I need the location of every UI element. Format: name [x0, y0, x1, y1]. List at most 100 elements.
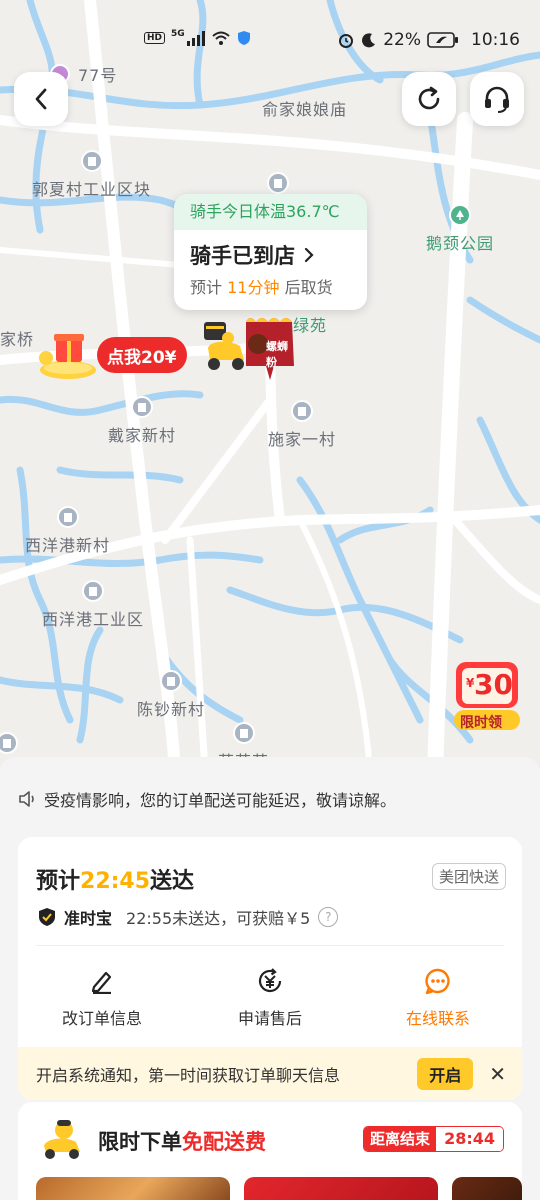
map-label-chenchao: 陈钞新村	[137, 670, 205, 720]
map-label-equ-park: 鹅颈公园	[426, 204, 494, 254]
moon-icon	[362, 33, 376, 48]
help-icon[interactable]: ?	[318, 907, 339, 927]
building-icon	[232, 722, 255, 744]
close-icon[interactable]: ✕	[489, 1062, 506, 1086]
promo-title: 限时下单免配送费	[98, 1126, 266, 1156]
status-bar-right: 22% 10:16	[337, 30, 520, 50]
ontime-guarantee[interactable]: 准时宝 22:55未送达，可获赔￥5 ?	[38, 905, 339, 929]
floating-coupon[interactable]: ¥ 30 限时领	[452, 660, 522, 732]
shop-marker[interactable]: 螺蛳粉	[242, 312, 298, 382]
order-actions: 改订单信息 申请售后 在线联系	[18, 957, 522, 1029]
headset-icon	[485, 86, 509, 113]
promo-thumbnails	[36, 1177, 522, 1200]
delivery-map[interactable]: 77号 俞家娘娘庙 郭夏村工业区块 鹅颈公园 绿苑 家桥 戴家新村 施家一村 西…	[0, 0, 540, 770]
order-sheet: 受疫情影响，您的订单配送可能延迟，敬请谅解。 预计22:45送达 美团快送 准时…	[0, 757, 540, 1200]
food-thumbnail[interactable]	[36, 1177, 230, 1200]
signal-icon	[186, 30, 205, 46]
map-label-jiaqiao: 家桥	[0, 330, 35, 349]
rider-eta-prefix: 预计	[190, 278, 223, 297]
rider-status-bubble[interactable]: 骑手今日体温36.7℃ 骑手已到店 预计 11分钟 后取货	[174, 194, 367, 310]
delivery-eta: 预计22:45送达	[36, 863, 194, 895]
edit-order-label: 改订单信息	[61, 1009, 142, 1028]
alarm-icon	[339, 34, 354, 48]
order-card: 预计22:45送达 美团快送 准时宝 22:55未送达，可获赔￥5 ? 改订单信…	[18, 837, 522, 1100]
ontime-label: 准时宝	[64, 909, 113, 928]
map-label-daijia: 戴家新村	[108, 396, 176, 446]
bubble-tail	[280, 300, 298, 310]
rider-mascot-icon	[44, 1120, 80, 1159]
map-label-shijia: 施家一村	[268, 400, 336, 450]
back-button[interactable]	[14, 72, 68, 126]
battery-percent: 22%	[383, 30, 421, 50]
ontime-text: 22:55未送达，可获赔￥5	[126, 909, 311, 928]
rider-temperature: 骑手今日体温36.7℃	[174, 194, 367, 230]
refund-icon	[254, 965, 286, 997]
delay-notice-text: 受疫情影响，您的订单配送可能延迟，敬请谅解。	[44, 791, 397, 810]
back-icon	[35, 88, 47, 110]
map-label-temple: 俞家娘娘庙	[262, 100, 348, 119]
building-icon	[82, 580, 104, 602]
countdown-value: 28:44	[436, 1127, 503, 1151]
shield-icon	[237, 31, 250, 45]
promo-countdown: 距离结束 28:44	[363, 1126, 504, 1152]
divider	[36, 945, 504, 946]
edit-icon	[86, 965, 118, 997]
promo-tag[interactable]: 点我20¥	[97, 337, 187, 373]
map-label-xiyanggang-village: 西洋港新村	[25, 506, 110, 556]
hd-badge: HD	[144, 32, 166, 44]
building-icon	[56, 506, 79, 528]
enable-notification-button[interactable]: 开启	[417, 1057, 474, 1090]
eta-time: 22:45	[80, 869, 151, 894]
promo-title-prefix: 限时下单	[98, 1130, 182, 1154]
delivery-type-tag: 美团快送	[431, 863, 506, 890]
delay-notice: 受疫情影响，您的订单配送可能延迟，敬请谅解。	[18, 787, 396, 811]
after-sales-button[interactable]: 申请售后	[186, 957, 354, 1029]
map-poi-edge	[0, 732, 18, 758]
building-icon	[131, 396, 153, 418]
status-bar: HD 5G 22% 10:16	[0, 0, 540, 80]
online-contact-button[interactable]: 在线联系	[354, 957, 522, 1029]
rider-status-text: 骑手已到店	[190, 244, 295, 268]
rider-eta: 预计 11分钟 后取货	[174, 272, 367, 310]
shop-sign-text: 螺蛳粉	[266, 340, 288, 369]
customer-service-button[interactable]	[470, 72, 524, 126]
rider-eta-suffix: 后取货	[284, 278, 333, 297]
promo-title-highlight: 免配送费	[182, 1130, 266, 1154]
food-thumbnail[interactable]	[244, 1177, 438, 1200]
map-label-guoxia: 郭夏村工业区块	[32, 150, 151, 200]
status-bar-left: HD 5G	[144, 29, 251, 46]
chat-icon	[422, 965, 454, 997]
signal-label: 5G	[171, 29, 185, 39]
coupon-amount: 30	[474, 668, 513, 701]
map-label-lvyuan: 绿苑	[293, 316, 328, 335]
eta-prefix: 预计	[36, 869, 81, 894]
countdown-label: 距离结束	[364, 1127, 437, 1151]
notification-text: 开启系统通知，第一时间获取订单聊天信息	[36, 1065, 341, 1085]
notification-banner: 开启系统通知，第一时间获取订单聊天信息 开启 ✕	[18, 1047, 522, 1100]
park-icon	[449, 204, 471, 226]
food-thumbnail[interactable]	[452, 1177, 522, 1200]
online-contact-label: 在线联系	[405, 1009, 470, 1028]
building-icon	[160, 670, 182, 692]
map-label-xiyanggang-industrial: 西洋港工业区	[42, 580, 144, 630]
clock: 10:16	[471, 30, 520, 50]
wifi-icon	[212, 31, 230, 45]
gift-duck-icon[interactable]	[36, 328, 100, 382]
edit-order-button[interactable]: 改订单信息	[18, 957, 186, 1029]
building-icon	[267, 172, 289, 194]
coupon-label: 限时领	[460, 715, 502, 731]
rider-status-title: 骑手已到店	[174, 230, 367, 272]
speaker-icon	[19, 791, 34, 807]
building-icon	[80, 150, 103, 172]
building-icon	[0, 732, 18, 754]
refresh-button[interactable]	[402, 72, 456, 126]
promo-card[interactable]: 限时下单免配送费 距离结束 28:44	[18, 1102, 522, 1200]
chevron-right-icon	[304, 247, 314, 263]
after-sales-label: 申请售后	[237, 1009, 302, 1028]
shield-check-icon	[39, 908, 55, 926]
rider-eta-value: 11分钟	[227, 278, 280, 297]
refresh-icon	[418, 86, 440, 110]
building-icon	[291, 400, 313, 422]
battery-icon	[427, 32, 458, 48]
eta-suffix: 送达	[150, 869, 195, 894]
